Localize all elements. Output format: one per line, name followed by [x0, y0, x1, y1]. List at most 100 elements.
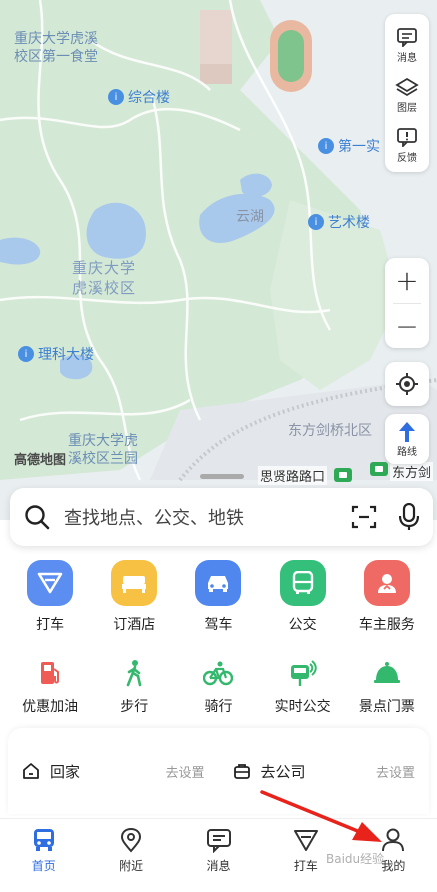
bus-stop-icon[interactable]	[370, 462, 388, 476]
service-hotel[interactable]: 订酒店	[94, 560, 174, 634]
service-label: 实时公交	[274, 699, 331, 715]
service-label: 优惠加油	[22, 699, 79, 715]
bicycle-icon	[201, 656, 235, 690]
service-label: 景点门票	[358, 699, 415, 715]
service-label: 驾车	[204, 617, 233, 633]
layers-icon	[395, 77, 419, 96]
search-bar[interactable]: 查找地点、公交、地铁	[10, 488, 433, 546]
ticket-bell-icon	[370, 656, 404, 690]
car-icon	[195, 560, 242, 606]
shortcut-home-title: 回家	[50, 762, 81, 781]
drag-handle[interactable]	[200, 474, 244, 479]
shortcut-work-action[interactable]: 去设置	[376, 762, 415, 781]
shortcut-work-title: 去公司	[260, 762, 306, 781]
tab-label: 附近	[119, 859, 144, 873]
fuel-pump-icon	[33, 656, 67, 690]
route-label: 路线	[397, 446, 417, 458]
services-grid: 打车 订酒店 驾车 公交 车主服务 优惠加油 步行 骑行 实时公交 景点门票	[0, 560, 437, 716]
tab-home[interactable]: 首页	[0, 819, 87, 892]
taxi-icon	[27, 560, 74, 606]
map-label-lake: 云湖	[236, 209, 264, 225]
tab-label: 打车	[293, 859, 318, 873]
zoom-out-button[interactable]: −	[385, 304, 429, 349]
realtime-bus-icon	[286, 656, 320, 690]
services-row-primary: 打车 订酒店 驾车 公交 车主服务	[0, 560, 437, 634]
poi-pin-icon: i	[308, 214, 324, 230]
street-label-sixian: 思贤路路口	[258, 466, 328, 485]
taxi-tab-icon	[293, 830, 318, 851]
poi-yishu[interactable]: i 艺术楼	[308, 212, 370, 232]
tab-taxi[interactable]: 打车	[262, 819, 349, 892]
zoom-in-button[interactable]: +	[385, 258, 429, 303]
route-arrow-icon	[399, 421, 415, 442]
microphone-icon[interactable]	[399, 503, 419, 531]
poi-pin-icon: i	[108, 89, 124, 105]
chat-icon	[206, 829, 231, 853]
bus-icon	[279, 560, 326, 606]
shortcut-home-action[interactable]: 去设置	[165, 762, 204, 781]
map-view[interactable]: 重庆大学虎溪 校区第一食堂 i 综合楼 i 第一实 云湖 i 艺术楼 重庆大学 虎溪校…	[0, 0, 437, 520]
hotel-bed-icon	[111, 560, 158, 606]
search-placeholder[interactable]: 查找地点、公交、地铁	[64, 504, 351, 530]
crosshair-icon	[396, 373, 418, 395]
route-button[interactable]: 路线	[385, 414, 429, 464]
walking-icon	[117, 656, 151, 690]
home-icon	[23, 763, 39, 779]
service-label: 车主服务	[358, 617, 415, 633]
service-bike[interactable]: 骑行	[178, 656, 258, 716]
service-fuel[interactable]: 优惠加油	[10, 656, 90, 716]
feedback-icon	[397, 127, 417, 147]
service-bus[interactable]: 公交	[263, 560, 343, 634]
services-row-secondary: 优惠加油 步行 骑行 实时公交 景点门票	[0, 656, 437, 716]
locate-button[interactable]	[385, 362, 429, 406]
poi-pin-icon: i	[18, 346, 34, 362]
service-label: 骑行	[204, 699, 233, 715]
map-label-campus-south: 重庆大学虎 溪校区兰园	[68, 433, 138, 467]
messages-button[interactable]: 消息	[385, 20, 429, 70]
service-tickets[interactable]: 景点门票	[347, 656, 427, 716]
poi-label: 综合楼	[128, 90, 170, 106]
poi-diyi[interactable]: i 第一实	[318, 136, 380, 156]
driver-service-icon	[363, 560, 410, 606]
poi-zonghelou[interactable]: i 综合楼	[108, 87, 170, 107]
layers-button[interactable]: 图层	[385, 70, 429, 120]
map-label-campus: 重庆大学 虎溪校区	[72, 259, 137, 297]
service-label: 公交	[288, 617, 317, 633]
bus-home-icon	[33, 829, 54, 851]
service-label: 打车	[36, 617, 65, 633]
shortcut-work[interactable]: 去公司 去设置	[233, 761, 415, 782]
layers-label: 图层	[397, 102, 417, 114]
shortcuts-card: 回家 去设置 去公司 去设置	[8, 728, 429, 814]
tab-label: 消息	[206, 859, 231, 873]
service-taxi[interactable]: 打车	[10, 560, 90, 634]
poi-label: 第一实	[338, 139, 380, 155]
service-realtime-bus[interactable]: 实时公交	[263, 656, 343, 716]
poi-like[interactable]: i 理科大楼	[18, 344, 94, 364]
feedback-label: 反馈	[397, 152, 417, 164]
scan-icon[interactable]	[351, 504, 377, 530]
map-label-dongfang: 东方剑桥北区	[288, 423, 372, 439]
service-walk[interactable]: 步行	[94, 656, 174, 716]
search-icon	[25, 505, 50, 530]
user-icon	[382, 828, 405, 852]
poi-label: 艺术楼	[328, 215, 370, 231]
zoom-controls: + −	[385, 258, 429, 348]
service-label: 订酒店	[113, 617, 156, 633]
feedback-button[interactable]: 反馈	[385, 120, 429, 170]
poi-label: 理科大楼	[38, 347, 94, 363]
bottom-tab-bar: 首页 附近 消息 打车 我的	[0, 818, 437, 892]
messages-label: 消息	[397, 52, 417, 64]
map-label-canteen: 重庆大学虎溪 校区第一食堂	[14, 31, 98, 65]
tab-nearby[interactable]: 附近	[87, 819, 174, 892]
amap-logo: 高德地图	[14, 453, 67, 468]
service-drive[interactable]: 驾车	[178, 560, 258, 634]
map-side-panel: 消息 图层 反馈	[385, 14, 429, 172]
briefcase-icon	[233, 764, 250, 779]
tab-profile[interactable]: 我的	[350, 819, 437, 892]
message-icon	[397, 27, 417, 47]
service-driver[interactable]: 车主服务	[347, 560, 427, 634]
tab-label: 首页	[31, 859, 56, 873]
tab-messages[interactable]: 消息	[175, 819, 262, 892]
shortcut-home[interactable]: 回家 去设置	[22, 761, 205, 782]
bus-stop-icon[interactable]	[334, 468, 352, 482]
